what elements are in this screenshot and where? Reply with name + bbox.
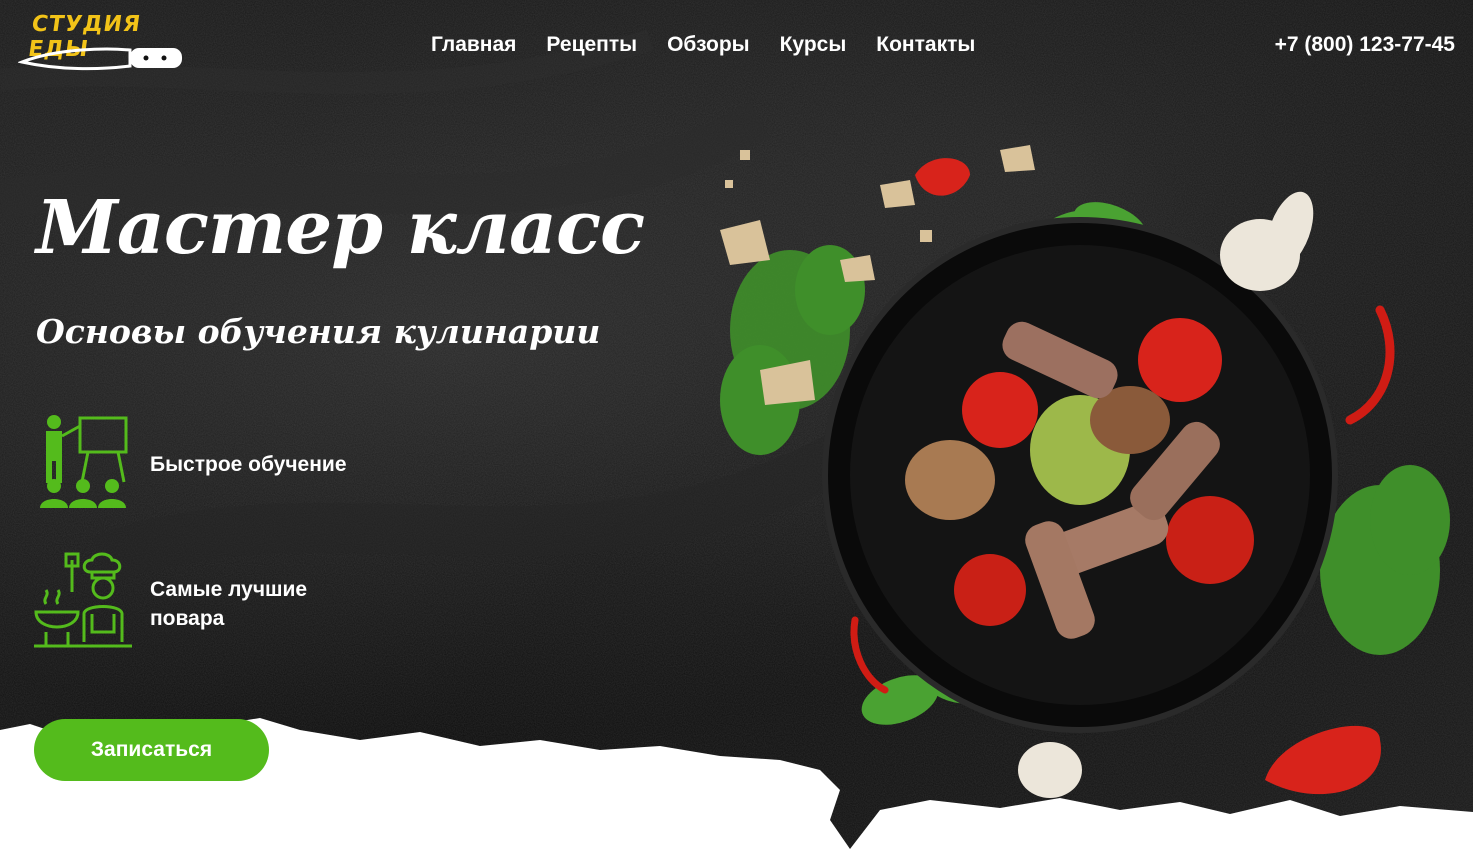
feature-label: Самые лучшие повара <box>150 578 308 630</box>
logo[interactable]: СТУДИЯ ЕДЫ <box>18 10 188 76</box>
hero-title: Мастер класс <box>36 185 645 271</box>
chef-cooking-icon <box>34 552 132 648</box>
main-nav: Главная Рецепты Обзоры Курсы Контакты <box>431 33 975 57</box>
nav-recipes[interactable]: Рецепты <box>546 33 637 57</box>
hero-section: СТУДИЯ ЕДЫ Главная Рецепты Обзоры Курсы … <box>0 0 1473 849</box>
nav-contacts[interactable]: Контакты <box>876 33 975 57</box>
feature-best-chefs: Самые лучшие повара <box>32 552 350 656</box>
teacher-presentation-icon <box>40 415 128 508</box>
nav-courses[interactable]: Курсы <box>780 33 847 57</box>
feature-label: Быстрое обучение <box>150 452 347 476</box>
feature-fast-learning: Быстрое обучение <box>32 412 350 516</box>
phone-number[interactable]: +7 (800) 123-77-45 <box>1275 33 1455 57</box>
knife-icon <box>18 47 182 71</box>
nav-home[interactable]: Главная <box>431 33 516 57</box>
nav-reviews[interactable]: Обзоры <box>667 33 750 57</box>
hero-subtitle: Основы обучения кулинарии <box>36 312 601 351</box>
signup-button[interactable]: Записаться <box>34 719 269 781</box>
